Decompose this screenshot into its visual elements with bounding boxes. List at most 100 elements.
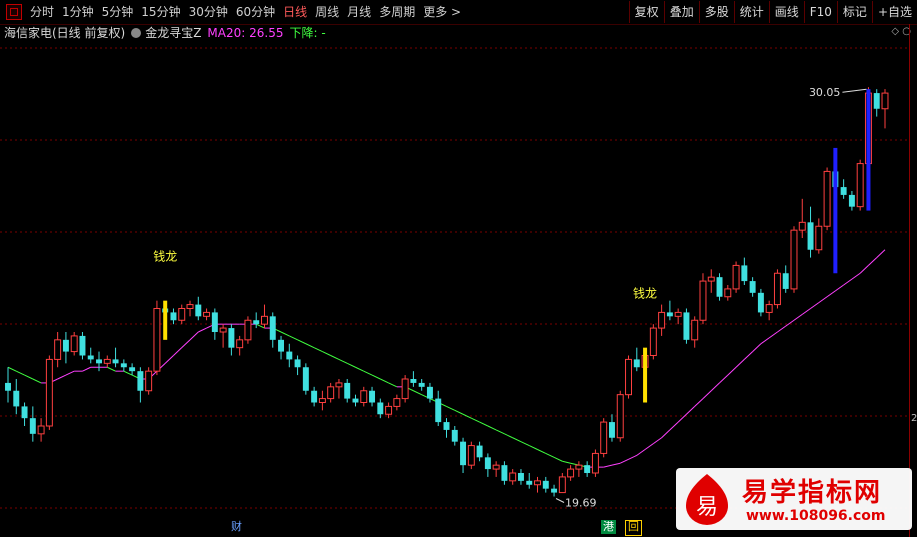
candle-body-up [707, 276, 715, 282]
ma20-segment [537, 449, 546, 454]
candle-body-down [311, 390, 318, 403]
kline-chart[interactable]: 钱龙钱龙30.0519.69 [0, 42, 908, 537]
layout-icon[interactable] [6, 4, 22, 20]
tab-60min[interactable]: 60分钟 [232, 2, 279, 22]
candle-body-down [501, 465, 508, 481]
ma20-segment [562, 460, 571, 464]
buyback-marker[interactable]: 回 [625, 520, 642, 536]
candle-body-down [451, 429, 458, 442]
finance-event-marker[interactable]: 财 [229, 520, 244, 534]
ma20-segment [181, 339, 191, 349]
ma20-segment [363, 370, 373, 376]
ma20-segment [65, 370, 75, 376]
candle-body-down [840, 187, 847, 195]
candle-body-down [5, 382, 11, 391]
candle-body-down [551, 488, 558, 493]
ma20-segment [653, 437, 662, 445]
candle-body-up [318, 398, 326, 404]
candle-body-down [62, 339, 69, 352]
tool-buttons: 复权 叠加 多股 统计 画线 F10 标记 +自选 [628, 0, 917, 24]
f10-button[interactable]: F10 [803, 1, 837, 23]
yellow-signal-bar [163, 300, 168, 340]
indicator-name[interactable]: 金龙寻宝Z [145, 24, 201, 42]
ma20-segment [338, 358, 348, 364]
tab-15min[interactable]: 15分钟 [137, 2, 184, 22]
tab-more[interactable]: 更多 > [419, 2, 465, 22]
tab-fenshi[interactable]: 分时 [26, 2, 58, 22]
ma20-segment [810, 302, 820, 309]
statistics-button[interactable]: 统计 [733, 1, 769, 23]
adjust-button[interactable]: 复权 [628, 1, 664, 23]
ma20-segment [388, 382, 398, 388]
ma20-segment [446, 405, 455, 411]
candle-body-down [120, 363, 127, 368]
candle-body-up [261, 315, 268, 325]
candle-body-up [765, 304, 773, 313]
overlay-button[interactable]: 叠加 [663, 1, 699, 23]
ma20-segment [744, 351, 753, 360]
ma20-segment [694, 398, 704, 407]
ma20-segment [471, 417, 480, 423]
candle-body-up [145, 370, 153, 392]
tab-30min[interactable]: 30分钟 [185, 2, 232, 22]
multi-stock-button[interactable]: 多股 [698, 1, 734, 23]
ma20-segment [57, 374, 67, 380]
candle-body-down [873, 93, 880, 109]
mark-button[interactable]: 标记 [836, 1, 872, 23]
tab-weekly[interactable]: 周线 [311, 2, 343, 22]
candle-body-down [302, 367, 309, 391]
candle-body-up [467, 445, 475, 466]
candle-body-up [674, 311, 682, 317]
ma20-segment [413, 390, 422, 396]
candle-body-up [773, 272, 781, 306]
tab-multi-period[interactable]: 多周期 [375, 2, 419, 22]
ma20-segment [735, 359, 745, 368]
candle-body-down [377, 402, 384, 415]
diamond-icon[interactable]: ◇ [891, 26, 899, 37]
candle-body-down [517, 473, 524, 481]
candle-body-down [410, 379, 417, 383]
candle-body-up [327, 386, 335, 400]
ma20-segment [719, 374, 729, 384]
blue-signal-bar [866, 89, 871, 211]
ma20-segment [661, 429, 671, 439]
add-watchlist-button[interactable]: +自选 [871, 1, 917, 23]
ma20-segment [826, 290, 836, 298]
tab-daily[interactable]: 日线 [279, 2, 311, 22]
ma20-segment [620, 458, 629, 464]
candle-body-up [203, 311, 211, 317]
candle-body-down [542, 480, 549, 489]
qianlong-annotation: 钱龙 [153, 249, 177, 264]
candle-body-up [54, 339, 62, 360]
watermark-title: 易学指标网 [742, 478, 883, 508]
ma20-segment [313, 347, 323, 353]
candle-body-down [526, 480, 533, 485]
ma20-segment [752, 343, 762, 352]
ma20-segment [289, 335, 298, 341]
ma20-segment [727, 366, 737, 376]
tab-monthly[interactable]: 月线 [343, 2, 375, 22]
ma20-segment [777, 325, 787, 333]
ma20-segment [347, 362, 356, 368]
ma20-segment [636, 449, 646, 456]
ma20-segment [818, 296, 828, 304]
draw-line-button[interactable]: 画线 [768, 1, 804, 23]
candle-body-up [509, 472, 517, 482]
tab-5min[interactable]: 5分钟 [98, 2, 138, 22]
candle-body-down [211, 312, 218, 332]
candle-body-down [129, 367, 136, 372]
ma20-segment [677, 413, 687, 423]
ma20-segment [529, 445, 538, 450]
candle-body-up [823, 170, 831, 227]
hk-connect-marker[interactable]: 港 [601, 520, 616, 534]
tab-1min[interactable]: 1分钟 [58, 2, 98, 22]
blue-signal-bar [833, 147, 838, 274]
ma20-segment [123, 370, 133, 376]
candle-body-up [385, 405, 393, 415]
candle-body-up [658, 311, 666, 329]
candle-body-down [460, 441, 467, 466]
candle-body-down [369, 390, 376, 403]
candle-body-up [360, 390, 368, 403]
ma20-segment [504, 433, 513, 439]
indicator-settings-icon[interactable] [131, 28, 142, 38]
